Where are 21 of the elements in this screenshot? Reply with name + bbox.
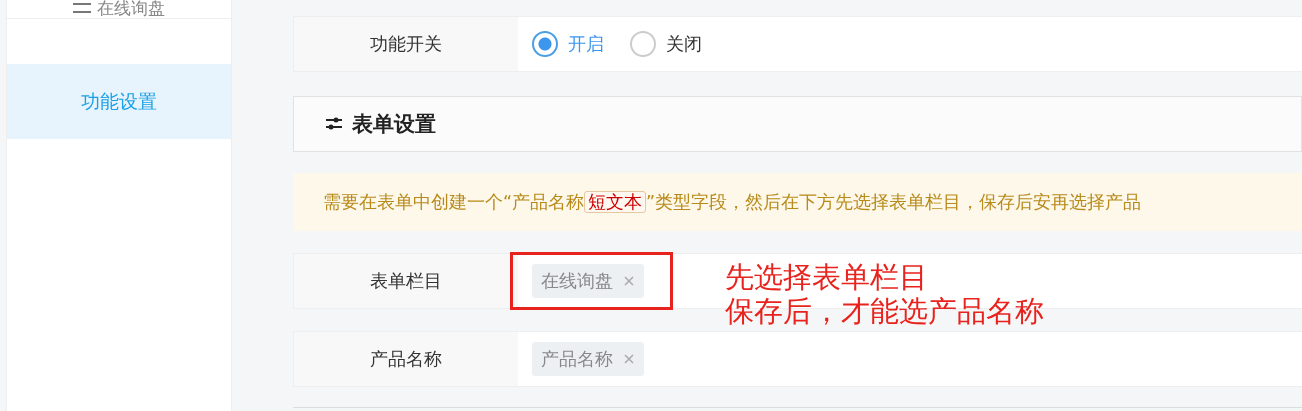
annotation-text: 保存后，才能选产品名称 [725, 294, 1044, 328]
sliders-icon [326, 117, 342, 131]
radio-button[interactable] [532, 31, 558, 57]
radio-option[interactable]: 开启 [532, 31, 604, 57]
close-icon[interactable] [623, 353, 635, 365]
annotation-text: 先选择表单栏目 [725, 260, 929, 294]
selected-tag[interactable]: 在线询盘 [532, 264, 644, 298]
sidebar-item[interactable]: 在线询盘 [7, 0, 231, 19]
section-title: 表单设置 [352, 111, 436, 138]
notice-text: 需要在表单中创建一个“产品名称 短文本 ”类型字段，然后在下方先选择表单栏目，保存后安再选择产品 [323, 190, 1142, 214]
list-icon [73, 3, 91, 13]
field-label: 产品名称 [294, 332, 518, 386]
close-icon[interactable] [623, 275, 635, 287]
radio-option[interactable]: 关闭 [630, 31, 702, 57]
field-label: 功能开关 [294, 17, 518, 71]
selected-tag[interactable]: 产品名称 [532, 342, 644, 376]
type-tag: 短文本 [584, 191, 647, 213]
sidebar-item[interactable]: 功能设置 [7, 64, 231, 139]
radio-button[interactable] [630, 31, 656, 57]
tag-field[interactable]: 在线询盘 [510, 252, 673, 310]
field-label: 表单栏目 [294, 254, 518, 308]
